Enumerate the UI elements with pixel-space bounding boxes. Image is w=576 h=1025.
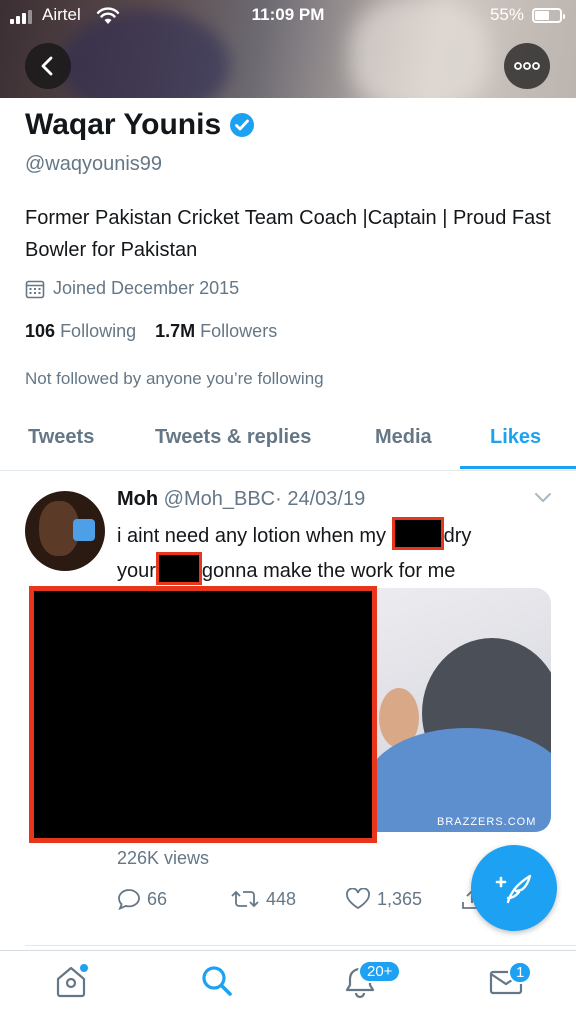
- chevron-down-icon: [535, 493, 551, 502]
- tab-likes[interactable]: Likes: [490, 426, 541, 449]
- home-icon: [56, 964, 88, 998]
- following-count: 106: [25, 321, 56, 341]
- tweet-text-part: your: [117, 560, 156, 582]
- reply-button[interactable]: 66: [117, 888, 167, 910]
- redaction-box: [29, 586, 377, 843]
- tweet-date: 24/03/19: [287, 488, 366, 510]
- tweet-text-part: gonna make the work for me: [201, 560, 456, 582]
- battery-percent: 55%: [489, 5, 524, 24]
- followers-count: 1.7M: [155, 321, 196, 341]
- active-tab-indicator: [460, 466, 576, 469]
- reply-icon: [118, 889, 140, 910]
- follow-stats: 106 Following 1.7M Followers: [25, 321, 277, 342]
- nav-messages[interactable]: 1: [488, 961, 533, 1004]
- profile-tabs: Tweets Tweets & replies Media Likes: [0, 418, 576, 471]
- like-count: 1,365: [377, 888, 423, 909]
- profile-name: Waqar Younis: [25, 108, 255, 142]
- more-icon: [514, 62, 540, 70]
- more-options-button[interactable]: [504, 43, 550, 89]
- redaction-box: [391, 517, 444, 550]
- back-button[interactable]: [25, 43, 71, 89]
- video-watermark: BRAZZERS.COM: [437, 816, 537, 828]
- tweet-header: Moh @Moh_BBC· 24/03/19: [117, 488, 365, 511]
- retweet-count: 448: [266, 888, 297, 909]
- followers-label: Followers: [200, 321, 278, 341]
- tweet-text-part: i aint need any lotion when my: [117, 525, 387, 547]
- following-link[interactable]: 106 Following: [25, 321, 136, 341]
- tweet-text: i aint need any lotion when my dry your g…: [117, 517, 557, 587]
- messages-badge: 1: [508, 961, 533, 984]
- like-button[interactable]: 1,365: [345, 888, 422, 910]
- bottom-nav: 20+ 1: [0, 950, 576, 1025]
- joined-date: Joined December 2015: [25, 278, 239, 299]
- compose-feather-icon: [495, 874, 532, 904]
- following-label: Following: [60, 321, 137, 341]
- joined-text: Joined December 2015: [53, 278, 240, 298]
- reply-count: 66: [147, 888, 168, 909]
- nav-home[interactable]: [54, 963, 88, 1004]
- nav-notifications[interactable]: 20+: [342, 960, 402, 1006]
- tweet-text-part: dry: [443, 525, 472, 547]
- tweet-separator: ·: [275, 488, 282, 510]
- tweet-author-handle[interactable]: @Moh_BBC: [164, 488, 275, 510]
- profile-bio: Former Pakistan Cricket Team Coach |Capt…: [25, 207, 551, 261]
- search-icon: [202, 966, 232, 996]
- tweet-author-avatar[interactable]: [25, 491, 105, 571]
- video-views: 226K views: [117, 848, 210, 868]
- profile-banner: Airtel 11:09 PM 55%: [0, 0, 576, 98]
- status-bar: Airtel 11:09 PM 55%: [0, 0, 576, 34]
- tweet-author-name[interactable]: Moh: [117, 488, 158, 510]
- tab-tweets-replies[interactable]: Tweets & replies: [155, 426, 311, 449]
- nav-search[interactable]: [199, 963, 235, 1004]
- tweet-menu-button[interactable]: [533, 490, 553, 509]
- battery-icon: [532, 8, 565, 23]
- notifications-badge: 20+: [358, 960, 402, 983]
- calendar-icon: [25, 280, 45, 298]
- heart-icon: [346, 888, 370, 910]
- not-followed-note: Not followed by anyone you’re following: [25, 369, 324, 388]
- followers-link[interactable]: 1.7M Followers: [155, 321, 277, 341]
- retweet-button[interactable]: 448: [230, 888, 296, 910]
- profile-handle: @waqyounis99: [25, 153, 163, 175]
- verified-badge-icon: [230, 113, 255, 137]
- redaction-box: [155, 552, 202, 585]
- tab-media[interactable]: Media: [375, 426, 432, 449]
- compose-tweet-button[interactable]: [471, 845, 557, 931]
- chevron-left-icon: [41, 56, 53, 76]
- tweet-divider: [25, 945, 576, 946]
- tab-tweets[interactable]: Tweets: [28, 426, 94, 449]
- profile-name-text: Waqar Younis: [25, 108, 222, 141]
- retweet-icon: [231, 890, 259, 908]
